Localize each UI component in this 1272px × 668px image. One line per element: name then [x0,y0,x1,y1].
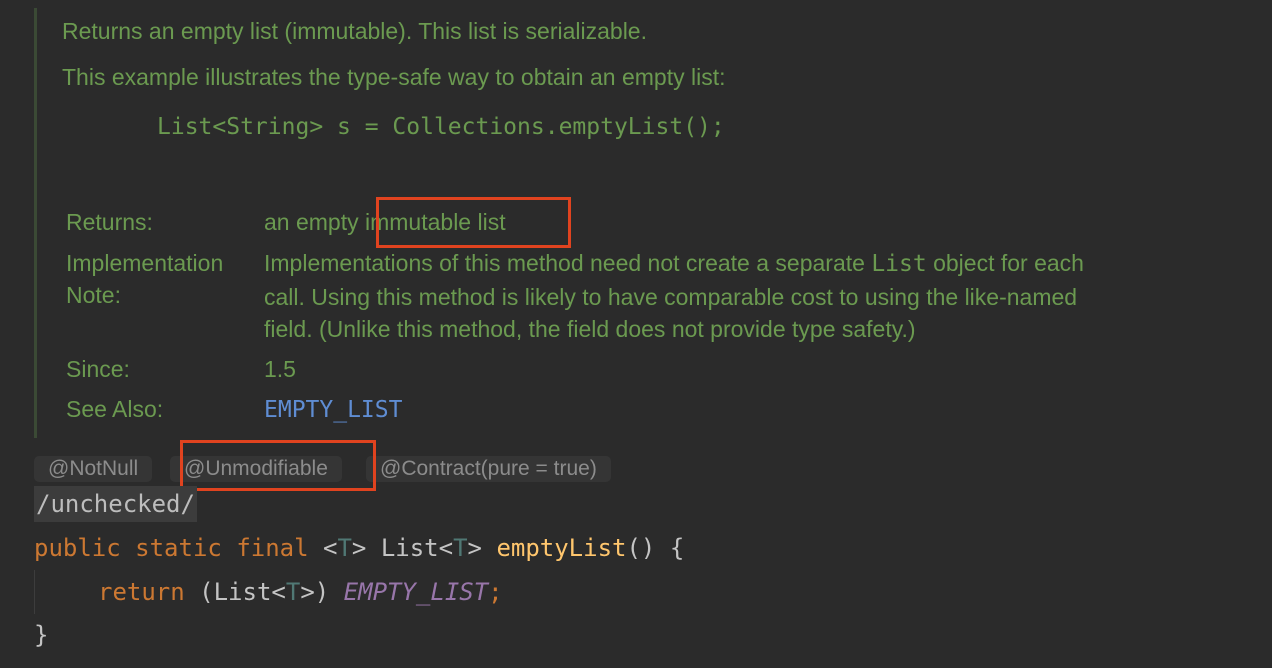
method-name: emptyList [496,534,627,562]
return-statement-line[interactable]: return (List<T>) EMPTY_LIST; [98,576,503,608]
since-value: 1.5 [264,356,296,382]
impl-note-line-2: call. Using this method is likely to hav… [264,284,1078,310]
doc-left-border [34,8,37,438]
annotation-contract[interactable]: @Contract(pure = true) [366,456,611,482]
impl-note-line-1: Implementations of this method need not … [264,247,1084,280]
semicolon: ; [488,578,503,606]
keyword-public: public [34,534,121,562]
doc-example-code: List<String> s = Collections.emptyList()… [157,114,725,140]
unmodifiable-highlight-box [180,440,376,491]
return-type-generic-close: > [467,534,482,562]
impl-note-line-3: field. (Unlike this method, the field do… [264,316,916,342]
annotation-notnull[interactable]: @NotNull [34,456,153,482]
since-label: Since: [66,356,130,382]
return-type: List [380,534,439,562]
keyword-return: return [98,578,185,606]
impl-line1-b: object for each [933,250,1084,276]
method-signature-line[interactable]: public static final <T> List<T> emptyLis… [34,532,684,564]
cast-open: (List< [199,578,286,606]
closing-brace-line[interactable]: } [34,619,48,651]
keyword-final: final [236,534,309,562]
return-type-param: T [453,534,468,562]
see-also-value: EMPTY_LIST [264,393,402,426]
empty-list-constant: EMPTY_LIST [343,578,489,606]
method-params: () { [626,534,685,562]
doc-example-intro: This example illustrates the type-safe w… [62,64,726,90]
generic-open: < [323,534,338,562]
see-also-link[interactable]: EMPTY_LIST [264,397,402,423]
cast-type-param: T [285,578,301,606]
impl-line1-code: List [871,251,927,277]
type-param: T [337,534,352,562]
returns-highlight-box [376,197,571,248]
returns-prefix: an empty [264,209,359,235]
return-type-generic-open: < [438,534,454,562]
suppress-warnings-fold[interactable]: /unchecked/ [34,486,197,522]
doc-summary: Returns an empty list (immutable). This … [62,18,647,44]
impl-line1-a: Implementations of this method need not … [264,250,865,276]
keyword-static: static [135,534,222,562]
cast-close: >) [300,578,330,606]
returns-label: Returns: [66,209,153,235]
impl-note-label-1: Implementation [66,250,224,276]
see-also-label: See Also: [66,396,164,422]
impl-note-label-2: Note: [66,282,121,308]
generic-close: > [351,534,367,562]
indent-guide [34,570,35,614]
